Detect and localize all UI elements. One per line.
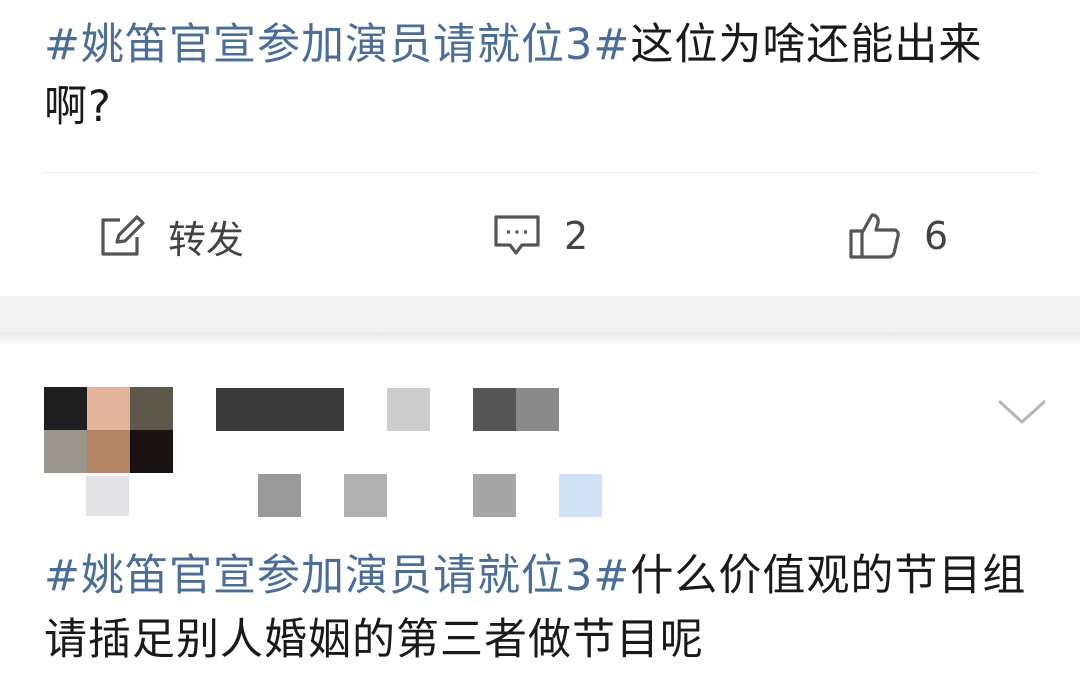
repost-label: 转发 <box>168 217 245 262</box>
chevron-down-icon <box>996 400 1048 434</box>
divider <box>44 172 1036 173</box>
username-mosaic-4 <box>516 388 559 431</box>
post-card: #姚笛官宣参加演员请就位3#什么价值观的节目组请插足别人婚姻的第三者做节目呢 <box>0 346 1080 696</box>
meta-mosaic-3 <box>473 474 516 517</box>
repost-button[interactable]: 转发 <box>98 200 244 272</box>
username-mosaic-3 <box>473 388 516 431</box>
hashtag-link[interactable]: #姚笛官宣参加演员请就位3# <box>44 551 630 601</box>
like-count: 6 <box>924 214 949 258</box>
post-text: #姚笛官宣参加演员请就位3#什么价值观的节目组请插足别人婚姻的第三者做节目呢 <box>44 544 1044 672</box>
comment-button[interactable]: 2 <box>492 200 588 272</box>
post-card-top: #姚笛官宣参加演员请就位3#这位为啥还能出来啊? 转发 2 6 <box>0 0 1080 296</box>
like-button[interactable]: 6 <box>848 200 948 272</box>
avatar-mosaic-fragment <box>86 476 129 516</box>
username-mosaic[interactable] <box>216 388 344 431</box>
username-mosaic-2 <box>387 388 430 431</box>
meta-mosaic-2 <box>344 474 387 517</box>
meta-mosaic-4 <box>559 474 602 517</box>
thumbs-up-icon <box>848 211 902 261</box>
edit-repost-icon <box>98 214 146 258</box>
comment-count: 2 <box>564 214 589 258</box>
comment-bubble-icon <box>492 213 542 259</box>
post-text: #姚笛官宣参加演员请就位3#这位为啥还能出来啊? <box>44 14 1044 138</box>
action-bar: 转发 2 6 <box>0 200 1080 272</box>
meta-mosaic-1 <box>258 474 301 517</box>
feed-separator <box>0 296 1080 332</box>
hashtag-link[interactable]: #姚笛官宣参加演员请就位3# <box>44 20 630 70</box>
more-options-button[interactable] <box>996 394 1048 430</box>
feed-separator-shadow <box>0 332 1080 346</box>
